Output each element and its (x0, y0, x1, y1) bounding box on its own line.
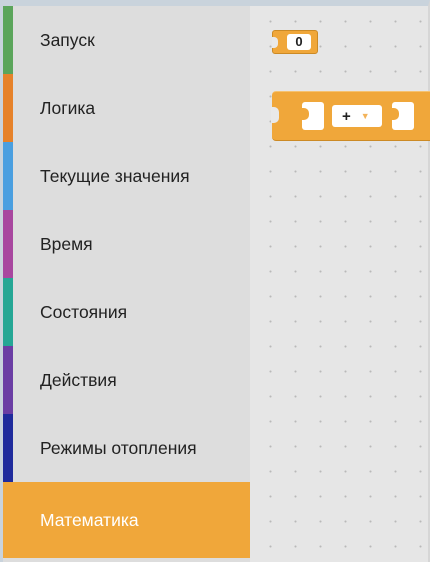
operator-dropdown[interactable]: + ▼ (332, 105, 382, 127)
category-heating-modes[interactable]: Режимы отопления (3, 414, 250, 482)
number-field[interactable]: 0 (287, 34, 311, 50)
category-label: Математика (40, 509, 139, 530)
math-number-block[interactable]: 0 (272, 30, 318, 54)
output-connector (272, 37, 278, 48)
input-connector (302, 108, 309, 120)
category-color-stripe (3, 210, 13, 278)
category-color-stripe (3, 346, 13, 414)
category-math[interactable]: Математика (3, 482, 250, 558)
category-time[interactable]: Время (3, 210, 250, 278)
category-label: Действия (40, 369, 117, 390)
output-connector (271, 107, 279, 123)
category-states[interactable]: Состояния (3, 278, 250, 346)
category-color-stripe (3, 142, 13, 210)
category-logic[interactable]: Логика (3, 74, 250, 142)
input-connector (392, 108, 399, 120)
input-slot-a[interactable] (302, 102, 324, 130)
category-color-stripe (3, 6, 13, 74)
category-launch[interactable]: Запуск (3, 6, 250, 74)
category-color-stripe (3, 414, 13, 482)
category-color-stripe (3, 482, 13, 558)
blockly-toolbox: Запуск Логика Текущие значения Время Сос… (3, 6, 250, 562)
category-label: Состояния (40, 301, 128, 322)
category-label: Запуск (40, 29, 95, 50)
category-label: Текущие значения (40, 165, 190, 186)
input-slot-b[interactable] (392, 102, 414, 130)
category-color-stripe (3, 278, 13, 346)
triangle-down-icon: ▼ (360, 111, 370, 121)
operator-symbol: + (342, 107, 351, 125)
category-current-values[interactable]: Текущие значения (3, 142, 250, 210)
category-label: Время (40, 233, 93, 254)
blockly-workspace[interactable] (250, 6, 428, 562)
category-label: Режимы отопления (40, 437, 197, 458)
category-label: Логика (40, 97, 96, 118)
category-actions[interactable]: Действия (3, 346, 250, 414)
category-color-stripe (3, 74, 13, 142)
math-arithmetic-block[interactable]: + ▼ (271, 91, 430, 141)
